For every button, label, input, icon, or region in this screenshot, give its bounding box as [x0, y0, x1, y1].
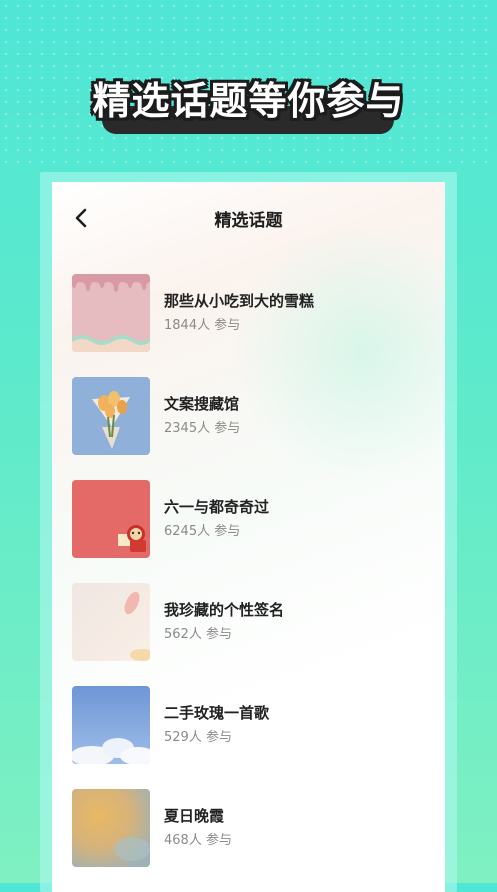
topic-item[interactable]: 我珍藏的个性签名 562人 参与	[72, 583, 432, 661]
pink-drip-image	[72, 274, 150, 352]
red-sticker-image	[72, 480, 150, 558]
participant-suffix: 参与	[205, 730, 232, 745]
promo-banner: 精选话题等你参与	[0, 76, 497, 136]
topic-participants: 6245人 参与	[164, 520, 240, 539]
participant-count: 468人	[164, 833, 202, 848]
topic-title: 二手玫瑰一首歌	[164, 704, 270, 722]
participant-suffix: 参与	[205, 833, 232, 848]
topic-title: 我珍藏的个性签名	[164, 601, 285, 619]
participant-count: 6245人	[164, 524, 211, 539]
participant-count: 529人	[164, 730, 202, 745]
topic-item[interactable]: 六一与都奇奇过 6245人 参与	[72, 480, 432, 558]
topic-title: 夏日晚霞	[164, 807, 225, 825]
sky-cloud-image	[72, 686, 150, 764]
topic-item[interactable]: 夏日晚霞 468人 参与	[72, 789, 432, 867]
participant-suffix: 参与	[214, 421, 241, 436]
participant-count: 562人	[164, 627, 202, 642]
app-screen: 精选话题 那些从小吃到大的雪糕 1844人 参与 文案搜藏馆 2345人 参与 …	[52, 182, 445, 892]
topic-item[interactable]: 那些从小吃到大的雪糕 1844人 参与	[72, 274, 432, 352]
topic-title: 六一与都奇奇过	[164, 498, 270, 516]
topic-participants: 2345人 参与	[164, 417, 240, 436]
flower-bouquet-image	[72, 377, 150, 455]
topic-participants: 1844人 参与	[164, 314, 240, 333]
participant-suffix: 参与	[214, 524, 241, 539]
topic-participants: 562人 参与	[164, 623, 232, 642]
topic-title: 那些从小吃到大的雪糕	[164, 292, 315, 310]
page-title: 精选话题	[214, 211, 283, 231]
petal-image	[72, 583, 150, 661]
sunset-blur-image	[72, 789, 150, 867]
topic-item[interactable]: 二手玫瑰一首歌 529人 参与	[72, 686, 432, 764]
participant-count: 2345人	[164, 421, 211, 436]
participant-count: 1844人	[164, 318, 211, 333]
topic-participants: 468人 参与	[164, 829, 232, 848]
participant-suffix: 参与	[205, 627, 232, 642]
navigation-bar: 精选话题	[52, 182, 445, 258]
topic-title: 文案搜藏馆	[164, 395, 240, 413]
promo-headline: 精选话题等你参与	[92, 79, 405, 123]
participant-suffix: 参与	[214, 318, 241, 333]
topic-item[interactable]: 文案搜藏馆 2345人 参与	[72, 377, 432, 455]
topic-participants: 529人 参与	[164, 726, 232, 745]
